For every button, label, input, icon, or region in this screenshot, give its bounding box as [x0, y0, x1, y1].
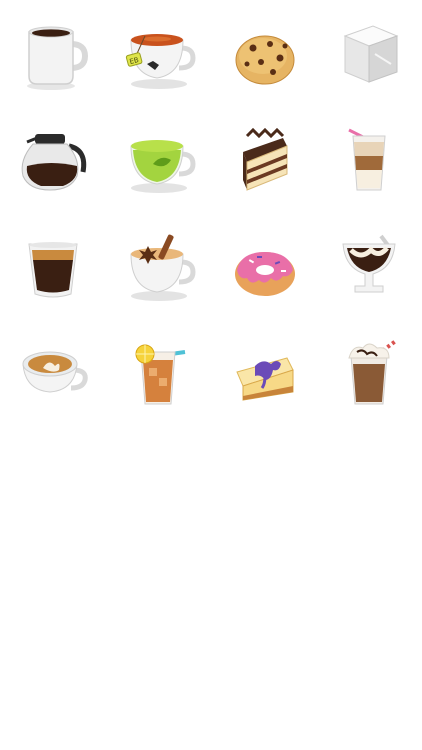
sticker-grid: EB — [0, 0, 422, 430]
chai-spice-cup-sticker[interactable] — [119, 228, 199, 308]
black-tea-cup-sticker[interactable]: EB — [119, 14, 199, 94]
iced-latte-glass-sticker[interactable] — [329, 120, 409, 200]
iced-tea-lemon-sticker[interactable] — [119, 334, 199, 414]
blueberry-cheesecake-sticker[interactable] — [225, 336, 305, 416]
pink-donut-sticker[interactable] — [225, 230, 305, 310]
iced-mocha-straw-sticker[interactable] — [329, 334, 409, 414]
latte-art-cup-sticker[interactable] — [13, 334, 93, 414]
espresso-glass-sticker[interactable] — [13, 228, 93, 308]
green-tea-cup-sticker[interactable] — [119, 120, 199, 200]
sugar-cube-sticker[interactable] — [329, 14, 409, 94]
chocolate-chip-cookie-sticker[interactable] — [225, 16, 305, 96]
layer-cake-slice-sticker[interactable] — [225, 122, 305, 202]
coffee-mug-sticker[interactable] — [13, 14, 93, 94]
coffee-pot-sticker[interactable] — [13, 120, 93, 200]
sundae-glass-sticker[interactable] — [329, 228, 409, 308]
